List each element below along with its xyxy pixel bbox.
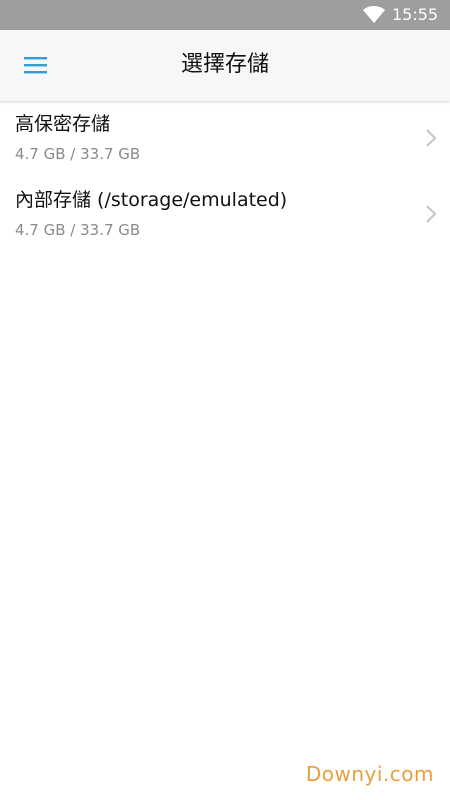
page-title: 選擇存儲 xyxy=(180,52,269,77)
app-bar: 選擇存儲 xyxy=(0,30,450,101)
storage-item-name: 高保密存儲 xyxy=(15,113,111,135)
storage-item-high-security[interactable]: 高保密存儲 4.7 GB / 33.7 GB xyxy=(0,101,450,177)
wifi-icon xyxy=(363,6,385,23)
status-bar: 15:55 xyxy=(0,0,450,30)
status-time: 15:55 xyxy=(392,5,439,24)
storage-item-size: 4.7 GB / 33.7 GB xyxy=(15,145,141,163)
chevron-right-icon xyxy=(426,205,437,223)
storage-item-internal[interactable]: 內部存儲 (/storage/emulated) 4.7 GB / 33.7 G… xyxy=(0,177,450,253)
chevron-right-icon xyxy=(426,129,437,147)
storage-item-name: 內部存儲 (/storage/emulated) xyxy=(15,189,288,211)
storage-list: 高保密存儲 4.7 GB / 33.7 GB 內部存儲 (/storage/em… xyxy=(0,101,450,253)
storage-item-size: 4.7 GB / 33.7 GB xyxy=(15,221,141,239)
watermark: Downyi.com xyxy=(305,762,434,786)
